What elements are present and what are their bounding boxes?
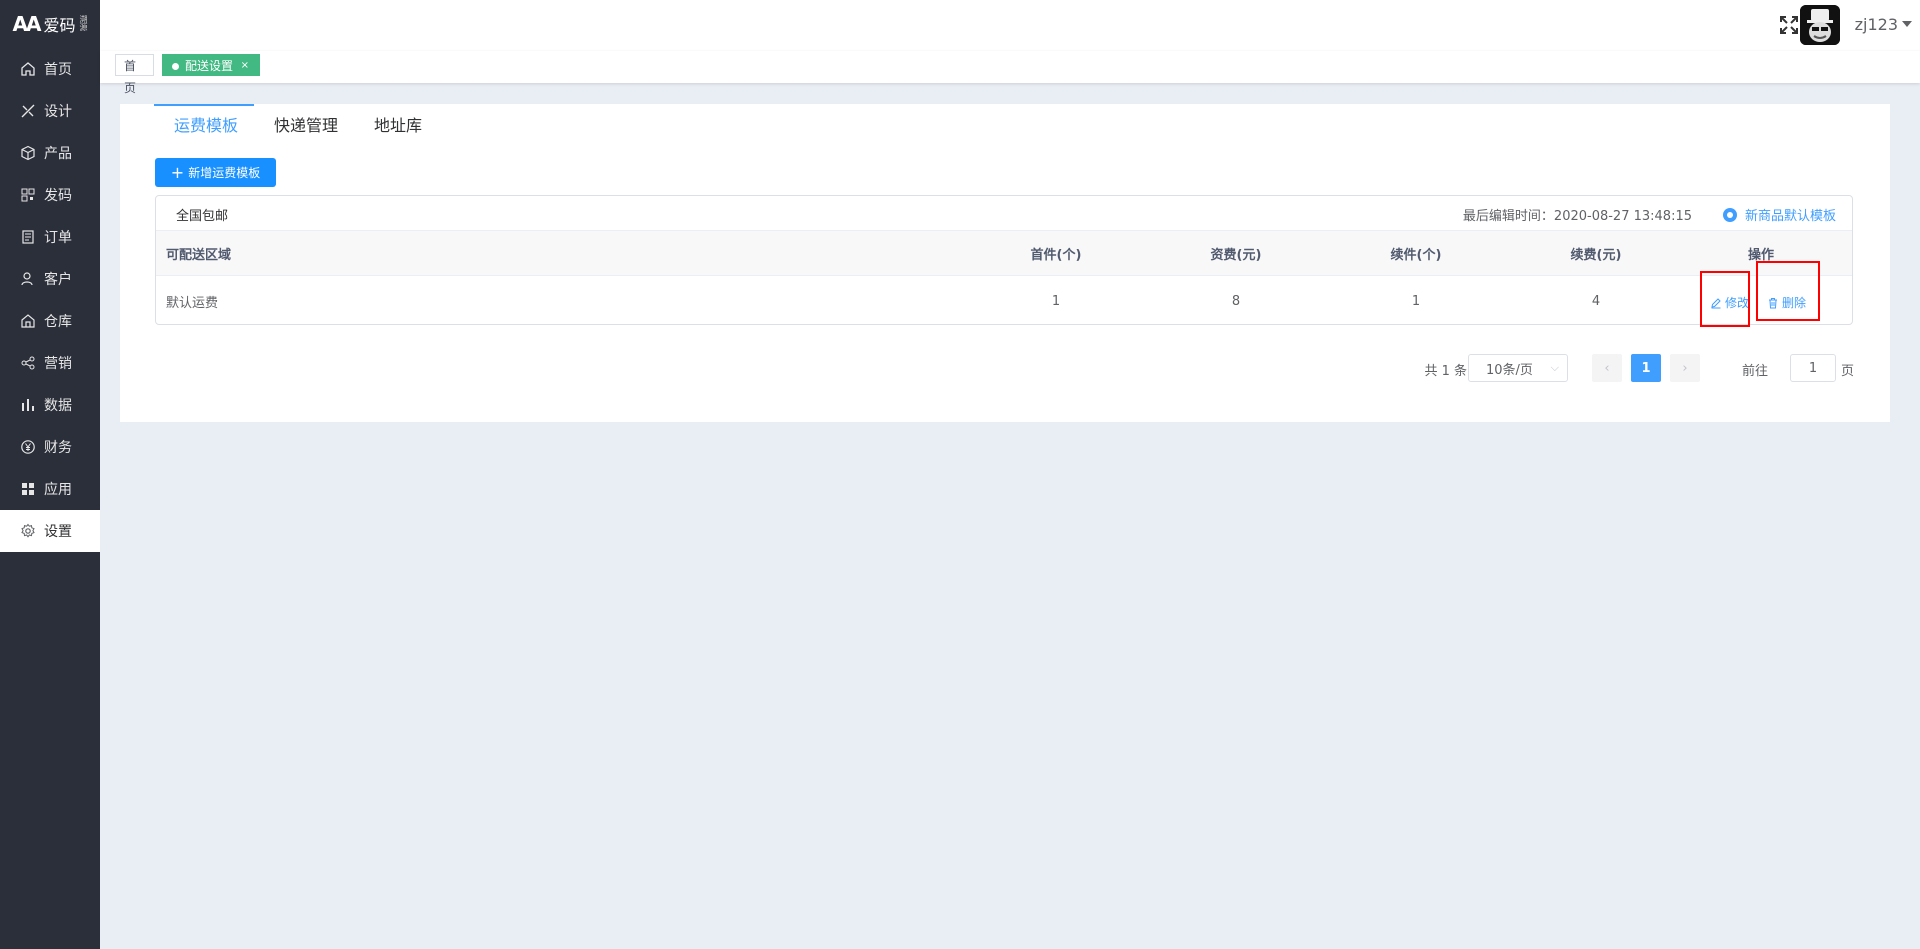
tags-view: 首页 配送设置 × [100, 51, 1920, 95]
sidebar-item-label: 产品 [44, 146, 72, 162]
fullscreen-icon[interactable] [1778, 14, 1800, 36]
cell-area: 默认运费 [166, 296, 219, 311]
cell-first: 1 [1051, 294, 1061, 309]
column-header: 续件(个) [1390, 247, 1442, 263]
column-header: 可配送区域 [166, 247, 232, 263]
cell-more-fee: 4 [1591, 294, 1601, 309]
column-header: 续费(元) [1570, 247, 1622, 263]
sidebar-item-marketing[interactable]: 营销 [0, 342, 100, 384]
tag-label: 首页 [124, 59, 137, 95]
active-dot-icon [172, 63, 179, 70]
sidebar-item-label: 仓库 [44, 314, 72, 330]
qrcode-icon [21, 188, 35, 202]
add-template-button[interactable]: + 新增运费模板 [155, 158, 276, 187]
tag-delivery-settings[interactable]: 配送设置 × [162, 54, 260, 76]
sidebar-item-label: 发码 [44, 188, 72, 204]
chevron-down-icon: ⌵ [1550, 361, 1559, 374]
default-template-radio[interactable]: 新商品默认模板 [1722, 205, 1836, 224]
pagination: 共 1 条 10条/页 ⌵ ‹ 1 › 前往 页 [1424, 354, 1854, 382]
radio-checked-icon [1722, 207, 1737, 222]
cell-more: 1 [1411, 294, 1421, 309]
chevron-right-icon: › [1682, 360, 1688, 376]
avatar-image [1800, 5, 1840, 45]
template-name: 全国包邮 [176, 209, 229, 224]
username[interactable]: zj123 [1855, 15, 1898, 34]
box-icon [21, 145, 35, 161]
logo[interactable]: AA 爱码 溯源 [0, 0, 100, 48]
logo-small: 溯源 [79, 15, 88, 32]
order-icon [22, 230, 34, 244]
tab-courier-management[interactable]: 快递管理 [274, 112, 338, 136]
sidebar-item-label: 订单 [44, 230, 72, 246]
logo-name: 爱码 [43, 16, 76, 35]
yen-icon [21, 440, 35, 454]
chevron-left-icon: ‹ [1604, 360, 1610, 376]
top-header: zj123 [100, 0, 1920, 52]
logo-mark: AA [12, 12, 42, 36]
share-icon [21, 356, 35, 370]
sidebar-item-warehouse[interactable]: 仓库 [0, 300, 100, 342]
sidebar-item-home[interactable]: 首页 [0, 48, 100, 90]
design-icon [21, 104, 35, 118]
sidebar-item-customer[interactable]: 客户 [0, 258, 100, 300]
bar-chart-icon [22, 399, 34, 411]
apps-icon [22, 483, 34, 495]
table-row: 默认运费 1 8 1 4 修改 删除 [156, 275, 1852, 324]
caret-down-icon[interactable] [1902, 21, 1912, 27]
sidebar-item-order[interactable]: 订单 [0, 216, 100, 258]
sidebar-item-finance[interactable]: 财务 [0, 426, 100, 468]
next-page-button[interactable]: › [1670, 354, 1700, 382]
page-size-value: 10条/页 [1486, 362, 1533, 378]
page-suffix: 页 [1840, 364, 1854, 379]
highlight-box-edit [1700, 271, 1750, 327]
tab-shipping-template[interactable]: 运费模板 [174, 112, 238, 136]
tab-address-library[interactable]: 地址库 [374, 112, 422, 136]
column-header: 资费(元) [1210, 247, 1262, 263]
sidebar-item-label: 首页 [44, 62, 72, 78]
sidebar-item-code[interactable]: 发码 [0, 174, 100, 216]
sidebar-item-product[interactable]: 产品 [0, 132, 100, 174]
default-template-label: 新商品默认模板 [1744, 209, 1836, 224]
sidebar-item-label: 设置 [44, 524, 72, 540]
sidebar-item-data[interactable]: 数据 [0, 384, 100, 426]
template-header: 全国包邮 最后编辑时间：2020-08-27 13:48:15 新商品默认模板 [156, 196, 1852, 230]
sidebar-item-label: 数据 [44, 398, 72, 414]
sidebar-item-settings[interactable]: 设置 [0, 510, 100, 552]
goto-label: 前往 [1741, 364, 1768, 379]
page-number: 1 [1641, 360, 1651, 376]
tag-home[interactable]: 首页 [115, 54, 154, 95]
highlight-box-delete [1756, 261, 1820, 321]
sidebar-item-label: 财务 [44, 440, 72, 456]
tab-active-indicator [154, 104, 254, 106]
sidebar-item-label: 客户 [44, 272, 72, 288]
last-edit-time: 最后编辑时间：2020-08-27 13:48:15 [1462, 209, 1692, 224]
template-block: 全国包邮 最后编辑时间：2020-08-27 13:48:15 新商品默认模板 … [155, 195, 1853, 325]
main-card: 运费模板 快递管理 地址库 + 新增运费模板 全国包邮 最后编辑时间：2020-… [120, 104, 1890, 422]
sidebar: AA 爱码 溯源 首页 设计 产品 发码 订单 客户 仓库 营销 数据 财务 应… [0, 0, 100, 949]
avatar[interactable] [1800, 5, 1840, 45]
tag-label: 配送设置 [185, 59, 234, 73]
plus-icon: + [170, 162, 185, 182]
add-template-label: 新增运费模板 [188, 166, 261, 180]
page-size-select[interactable]: 10条/页 ⌵ [1468, 354, 1568, 382]
table-header: 可配送区域 首件(个) 资费(元) 续件(个) 续费(元) 操作 [156, 230, 1852, 275]
sidebar-item-label: 营销 [44, 356, 72, 372]
close-icon[interactable]: × [241, 55, 249, 77]
pagination-total: 共 1 条 [1424, 364, 1467, 379]
cell-fee: 8 [1231, 294, 1241, 309]
column-header: 首件(个) [1030, 247, 1082, 263]
home-icon [21, 62, 35, 76]
sidebar-item-design[interactable]: 设计 [0, 90, 100, 132]
prev-page-button[interactable]: ‹ [1592, 354, 1622, 382]
sidebar-item-label: 应用 [44, 482, 72, 498]
page-number-button[interactable]: 1 [1631, 354, 1661, 382]
goto-page-input[interactable] [1790, 354, 1836, 382]
customer-icon [21, 272, 33, 286]
gear-icon [21, 523, 35, 538]
sidebar-item-apps[interactable]: 应用 [0, 468, 100, 510]
sidebar-item-label: 设计 [44, 104, 72, 120]
warehouse-icon [21, 314, 35, 328]
